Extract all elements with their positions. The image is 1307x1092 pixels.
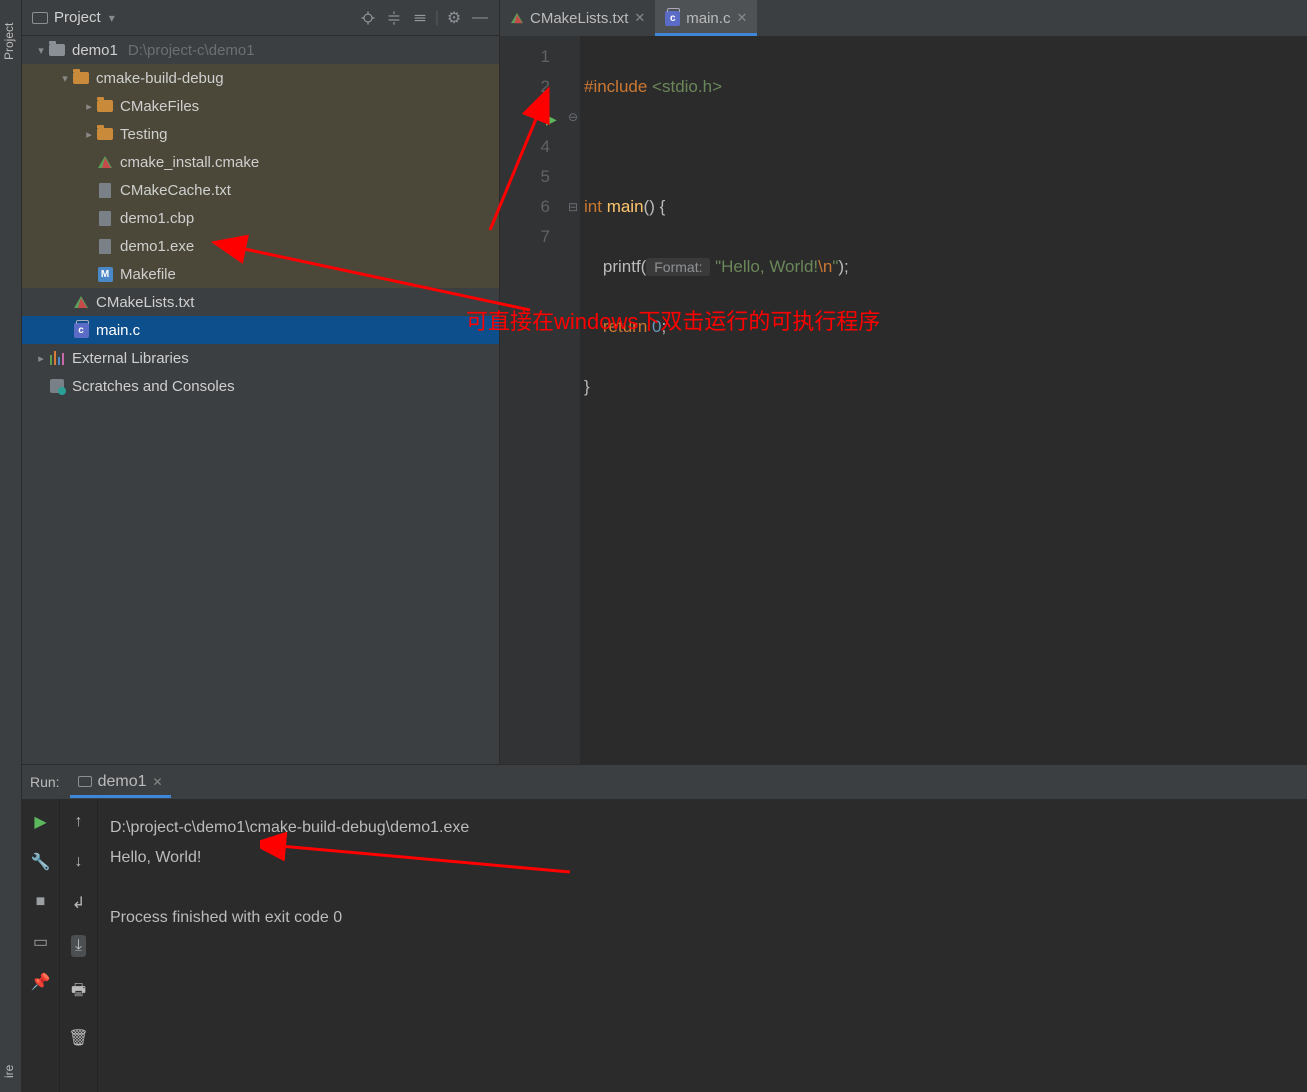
scratches-icon (50, 379, 64, 393)
tree-folder-cmakefiles[interactable]: ▸ CMakeFiles (22, 92, 499, 120)
cmake-icon (74, 296, 88, 308)
tree-folder-cmake-build-debug[interactable]: ▾ cmake-build-debug (22, 64, 499, 92)
layout-icon[interactable]: ▭ (31, 933, 51, 951)
run-tab-label: demo1 (98, 773, 147, 791)
folder-icon (73, 72, 89, 84)
run-output[interactable]: D:\project-c\demo1\cmake-build-debug\dem… (98, 799, 1307, 1092)
c-file-icon: c (74, 323, 89, 338)
tab-label: main.c (686, 10, 730, 27)
folder-icon (97, 128, 113, 140)
stop-icon[interactable]: ■ (31, 893, 51, 911)
run-gutter-icon[interactable]: ▶ (546, 104, 557, 134)
ribbon-project-label[interactable]: Project (2, 23, 16, 60)
close-icon[interactable]: ✕ (634, 10, 645, 26)
tree-file-main-c[interactable]: c main.c (22, 316, 499, 344)
output-line: Hello, World! (110, 843, 1295, 873)
line-number: 6 (500, 192, 550, 222)
cmake-icon (511, 13, 523, 23)
root-path: D:\project-c\demo1 (128, 42, 255, 59)
run-toolbar-right: ↑ ↓ ↲ ⤓ 🖶 🗑 (60, 799, 98, 1092)
expand-all-icon[interactable] (381, 5, 407, 31)
tree-file-cmake-install[interactable]: cmake_install.cmake (22, 148, 499, 176)
print-icon[interactable]: 🖶 (71, 979, 86, 1006)
file-icon (99, 211, 111, 226)
run-tool-window: Run: demo1 ✕ ▶ 🔧 ■ ▭ 📌 ↑ ↓ ↲ (22, 764, 1307, 1092)
code-area[interactable]: 1 2 3 4 5 6 7 ▶ ⊖ ⊟ (500, 36, 1307, 764)
tree-folder-testing[interactable]: ▸ Testing (22, 120, 499, 148)
makefile-icon: M (98, 267, 113, 282)
parameter-hint: Format: (646, 258, 710, 276)
project-tool-window: Project ▾ | ⚙ — ▾ demo1 D:\project-c\ (22, 0, 500, 764)
output-line: D:\project-c\demo1\cmake-build-debug\dem… (110, 813, 1295, 843)
line-number: 7 (500, 222, 550, 252)
folder-icon (49, 44, 65, 56)
tree-file-demo1-exe[interactable]: demo1.exe (22, 232, 499, 260)
tree-file-cmakelists[interactable]: CMakeLists.txt (22, 288, 499, 316)
scroll-to-end-icon[interactable]: ⤓ (71, 935, 86, 957)
close-icon[interactable]: ✕ (153, 775, 163, 789)
chevron-right-icon[interactable]: ▸ (82, 128, 96, 141)
tree-file-makefile[interactable]: M Makefile (22, 260, 499, 288)
tree-file-cmakecache[interactable]: CMakeCache.txt (22, 176, 499, 204)
pin-icon[interactable]: 📌 (31, 973, 51, 991)
chevron-down-icon[interactable]: ▾ (58, 72, 72, 85)
line-number: 2 (500, 72, 550, 102)
wrench-icon[interactable]: 🔧 (31, 853, 51, 871)
project-header: Project ▾ | ⚙ — (22, 0, 499, 36)
chevron-down-icon[interactable]: ▾ (34, 44, 48, 57)
tree-scratches[interactable]: Scratches and Consoles (22, 372, 499, 400)
project-view-icon (32, 12, 48, 24)
root-name: demo1 (72, 42, 118, 59)
exe-icon (99, 239, 111, 254)
run-header: Run: demo1 ✕ (22, 765, 1307, 799)
output-line: Process finished with exit code 0 (110, 903, 1295, 933)
rerun-icon[interactable]: ▶ (31, 813, 51, 831)
project-tree: ▾ demo1 D:\project-c\demo1 ▾ cmake-build… (22, 36, 499, 764)
annotation-text: 可直接在windows下双击运行的可执行程序 (466, 304, 880, 336)
folder-icon (97, 100, 113, 112)
c-file-icon: c (665, 11, 680, 26)
cmake-icon (98, 156, 112, 168)
file-icon (99, 183, 111, 198)
hide-icon[interactable]: — (467, 5, 493, 31)
editor-tabs: CMakeLists.txt ✕ c main.c ✕ (500, 0, 1307, 36)
divider: | (433, 5, 441, 31)
fold-end-icon[interactable]: ⊟ (566, 192, 580, 222)
chevron-right-icon[interactable]: ▸ (34, 352, 48, 365)
fold-column: ⊖ ⊟ (566, 36, 580, 764)
run-toolbar-left: ▶ 🔧 ■ ▭ 📌 (22, 799, 60, 1092)
chevron-down-icon[interactable]: ▾ (109, 11, 115, 25)
tree-external-libraries[interactable]: ▸ External Libraries (22, 344, 499, 372)
ribbon-bottom-label[interactable]: ire (2, 1065, 16, 1078)
up-icon[interactable]: ↑ (75, 813, 83, 831)
gutter: 1 2 3 4 5 6 7 ▶ (500, 36, 566, 764)
code-text[interactable]: #include <stdio.h> int main() { printf( … (580, 36, 1307, 764)
close-icon[interactable]: ✕ (736, 10, 747, 26)
line-number: 5 (500, 162, 550, 192)
collapse-all-icon[interactable] (407, 5, 433, 31)
library-icon (50, 351, 64, 365)
fold-icon[interactable]: ⊖ (566, 102, 580, 132)
editor: CMakeLists.txt ✕ c main.c ✕ 1 2 3 4 (500, 0, 1307, 764)
side-ribbon: Project ire (0, 0, 22, 1092)
line-number: 3 (500, 102, 550, 132)
trash-icon[interactable]: 🗑 (68, 1028, 88, 1048)
gear-icon[interactable]: ⚙ (441, 5, 467, 31)
down-icon[interactable]: ↓ (75, 853, 83, 871)
chevron-right-icon[interactable]: ▸ (82, 100, 96, 113)
project-title[interactable]: Project (54, 9, 101, 26)
tree-root[interactable]: ▾ demo1 D:\project-c\demo1 (22, 36, 499, 64)
line-number: 4 (500, 132, 550, 162)
soft-wrap-icon[interactable]: ↲ (72, 893, 85, 913)
tab-cmakelists[interactable]: CMakeLists.txt ✕ (500, 0, 655, 36)
tab-label: CMakeLists.txt (530, 10, 628, 27)
run-tab-demo1[interactable]: demo1 ✕ (70, 769, 171, 798)
tree-file-demo1-cbp[interactable]: demo1.cbp (22, 204, 499, 232)
locate-icon[interactable] (355, 5, 381, 31)
app-icon (78, 776, 92, 787)
run-label: Run: (30, 774, 60, 790)
line-number: 1 (500, 42, 550, 72)
tab-main-c[interactable]: c main.c ✕ (655, 0, 757, 36)
